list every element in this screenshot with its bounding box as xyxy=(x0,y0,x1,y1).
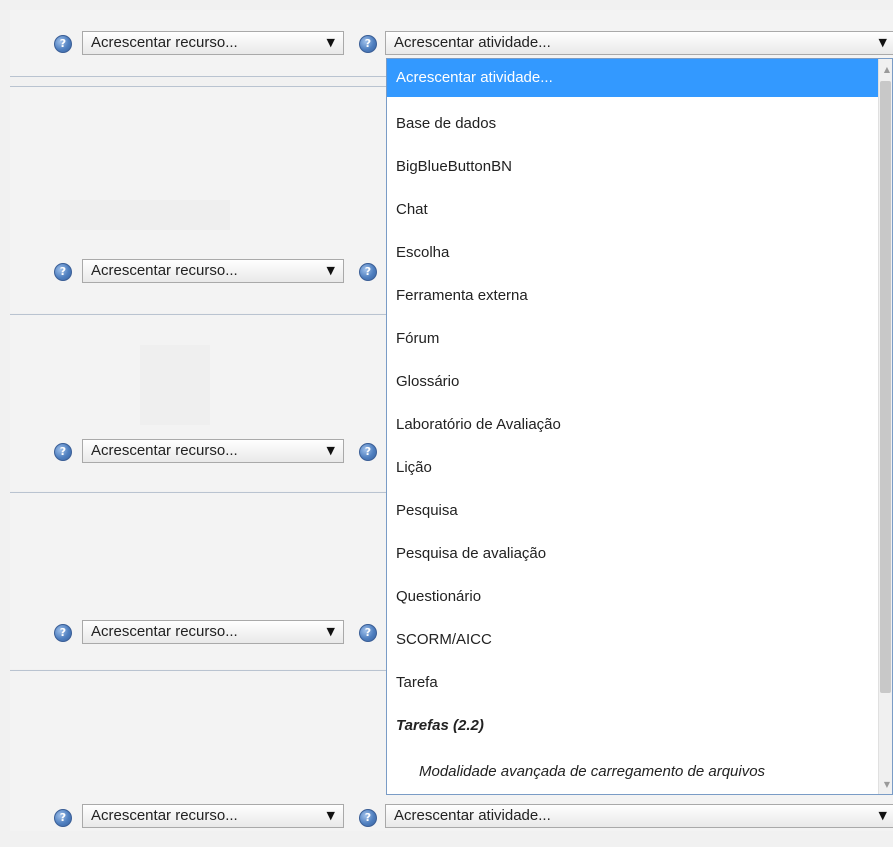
help-icon[interactable]: ? xyxy=(359,35,377,53)
activity-option[interactable]: Laboratório de Avaliação xyxy=(387,406,880,444)
dropdown-arrow-icon: ▼ xyxy=(326,625,335,638)
help-icon[interactable]: ? xyxy=(54,624,72,642)
option-group-label: Tarefas (2.2) xyxy=(396,717,484,734)
add-resource-select-label: Acrescentar recurso... xyxy=(91,623,238,640)
dropdown-arrow-icon: ▼ xyxy=(326,809,335,822)
activity-option[interactable]: Acrescentar atividade... xyxy=(387,59,880,97)
help-icon[interactable]: ? xyxy=(54,443,72,461)
help-icon[interactable]: ? xyxy=(54,35,72,53)
help-icon[interactable]: ? xyxy=(359,809,377,827)
help-icon[interactable]: ? xyxy=(54,809,72,827)
activity-option[interactable]: Escolha xyxy=(387,234,880,272)
add-activity-select[interactable]: Acrescentar atividade... ▼ xyxy=(385,31,893,55)
scroll-down-icon[interactable]: ▼ xyxy=(884,780,890,790)
dropdown-scrollbar[interactable]: ▲ ▼ xyxy=(878,59,892,794)
add-resource-select-label: Acrescentar recurso... xyxy=(91,262,238,279)
activity-option[interactable]: Base de dados xyxy=(387,105,880,143)
dropdown-arrow-icon: ▼ xyxy=(326,36,335,49)
add-activity-select-label: Acrescentar atividade... xyxy=(394,807,551,824)
activity-option[interactable]: Glossário xyxy=(387,363,880,401)
dropdown-arrow-icon: ▼ xyxy=(878,809,887,822)
dropdown-arrow-icon: ▼ xyxy=(326,264,335,277)
activity-dropdown-list[interactable]: Acrescentar atividade... Base de dados Big… xyxy=(386,58,893,795)
activity-option[interactable]: Ferramenta externa xyxy=(387,277,880,315)
activity-option[interactable]: Tarefa xyxy=(387,664,880,702)
faded-content-block xyxy=(140,345,210,425)
help-icon[interactable]: ? xyxy=(359,443,377,461)
add-resource-select-label: Acrescentar recurso... xyxy=(91,807,238,824)
help-icon[interactable]: ? xyxy=(54,263,72,281)
add-resource-select[interactable]: Acrescentar recurso... ▼ xyxy=(82,31,344,55)
add-resource-select[interactable]: Acrescentar recurso... ▼ xyxy=(82,259,344,283)
activity-option[interactable]: Questionário xyxy=(387,578,880,616)
activity-option[interactable]: BigBlueButtonBN xyxy=(387,148,880,186)
add-resource-select[interactable]: Acrescentar recurso... ▼ xyxy=(82,620,344,644)
scrollbar-thumb[interactable] xyxy=(880,81,891,693)
add-activity-select[interactable]: Acrescentar atividade... ▼ xyxy=(385,804,893,828)
add-resource-select-label: Acrescentar recurso... xyxy=(91,34,238,51)
dropdown-arrow-icon: ▼ xyxy=(326,444,335,457)
activity-option[interactable]: SCORM/AICC xyxy=(387,621,880,659)
dropdown-arrow-icon: ▼ xyxy=(878,36,887,49)
activity-option[interactable]: Chat xyxy=(387,191,880,229)
help-icon[interactable]: ? xyxy=(359,624,377,642)
activity-option[interactable]: Pesquisa de avaliação xyxy=(387,535,880,573)
activity-option[interactable]: Fórum xyxy=(387,320,880,358)
scroll-up-icon[interactable]: ▲ xyxy=(884,65,890,75)
add-resource-select-label: Acrescentar recurso... xyxy=(91,442,238,459)
help-icon[interactable]: ? xyxy=(359,263,377,281)
activity-option[interactable]: Pesquisa xyxy=(387,492,880,530)
add-activity-select-label: Acrescentar atividade... xyxy=(394,34,551,51)
activity-option[interactable]: Modalidade avançada de carregamento de a… xyxy=(387,753,880,791)
activity-option[interactable]: Lição xyxy=(387,449,880,487)
add-resource-select[interactable]: Acrescentar recurso... ▼ xyxy=(82,439,344,463)
add-resource-select[interactable]: Acrescentar recurso... ▼ xyxy=(82,804,344,828)
faded-content-block xyxy=(60,200,230,230)
